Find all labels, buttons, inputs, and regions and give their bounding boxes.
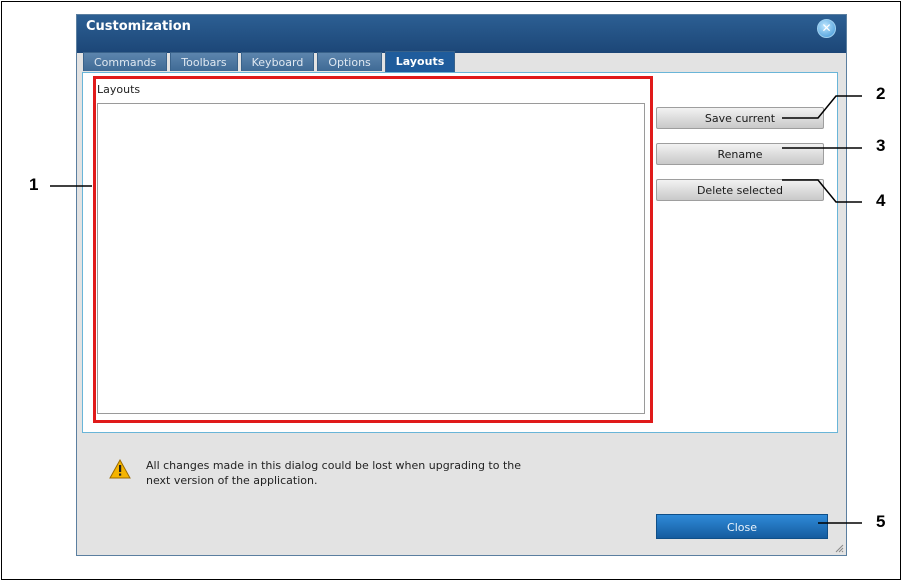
leader-line-2 [782, 95, 862, 119]
callout-2: 2 [876, 84, 886, 103]
callout-leader-lines [50, 95, 862, 524]
callout-4: 4 [876, 191, 886, 210]
callout-5: 5 [876, 512, 886, 531]
callout-3: 3 [876, 136, 886, 155]
callout-1: 1 [29, 175, 39, 194]
leader-line-4 [782, 179, 862, 203]
